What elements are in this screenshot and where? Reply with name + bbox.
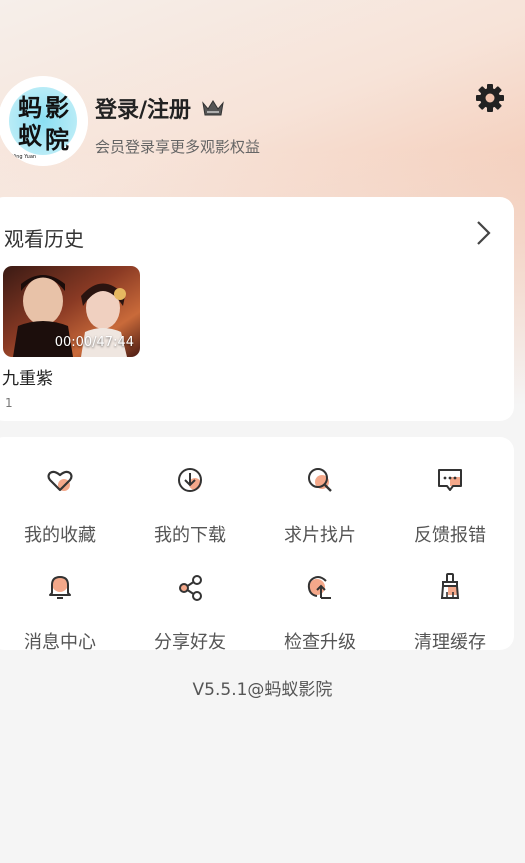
crown-icon xyxy=(202,100,224,116)
check-update-button[interactable]: 检查升级 xyxy=(255,564,385,654)
heart-icon xyxy=(47,470,73,492)
function-menu-card: 我的收藏 我的下载 求片找片 反馈报错 消息中心 分享好友 检查升级 清理缓存 xyxy=(0,437,515,653)
search-icon xyxy=(308,468,332,492)
chevron-right-icon[interactable] xyxy=(474,219,494,247)
avatar[interactable]: 蚂 影 蚁 院 Ying Yuan xyxy=(0,76,88,166)
history-thumbnail[interactable]: 00:00/47:44 xyxy=(3,266,140,357)
menu-label: 消息中心 xyxy=(24,632,96,653)
feedback-button[interactable]: 反馈报错 xyxy=(385,457,515,547)
menu-label: 清理缓存 xyxy=(414,632,486,653)
upgrade-icon xyxy=(307,576,331,599)
member-subtitle: 会员登录享更多观影权益 xyxy=(95,138,261,156)
broom-icon xyxy=(440,573,460,599)
watch-history-card: 观看历史 00:00/47:44 九重紫 1 xyxy=(0,197,514,421)
request-movie-button[interactable]: 求片找片 xyxy=(255,457,385,547)
playback-time: 00:00/47:44 xyxy=(54,335,134,350)
menu-label: 检查升级 xyxy=(284,632,356,653)
version-text: V5.5.1@蚂蚁影院 xyxy=(192,680,333,700)
menu-label: 求片找片 xyxy=(284,525,356,546)
svg-text:蚂: 蚂 xyxy=(18,93,42,122)
menu-label: 我的下载 xyxy=(154,525,226,546)
menu-label: 分享好友 xyxy=(154,632,226,653)
message-center-button[interactable]: 消息中心 xyxy=(0,564,125,654)
svg-text:影: 影 xyxy=(45,93,69,122)
history-episode: 1 xyxy=(5,396,13,410)
feedback-icon xyxy=(438,469,462,491)
login-label: 登录/注册 xyxy=(95,98,192,123)
login-register-button[interactable]: 登录/注册 xyxy=(95,92,225,124)
share-friends-button[interactable]: 分享好友 xyxy=(125,564,255,654)
share-icon xyxy=(179,575,202,601)
my-downloads-button[interactable]: 我的下载 xyxy=(125,457,255,547)
settings-gear-icon[interactable] xyxy=(474,82,506,114)
bell-icon xyxy=(49,576,71,599)
my-favorites-button[interactable]: 我的收藏 xyxy=(0,457,125,547)
svg-text:蚁: 蚁 xyxy=(18,121,43,150)
svg-text:院: 院 xyxy=(45,125,69,154)
menu-label: 我的收藏 xyxy=(24,525,96,546)
history-title-name[interactable]: 九重紫 xyxy=(2,364,53,389)
history-title: 观看历史 xyxy=(4,227,84,251)
clear-cache-button[interactable]: 清理缓存 xyxy=(385,564,515,654)
menu-label: 反馈报错 xyxy=(414,525,486,546)
download-icon xyxy=(178,468,202,492)
